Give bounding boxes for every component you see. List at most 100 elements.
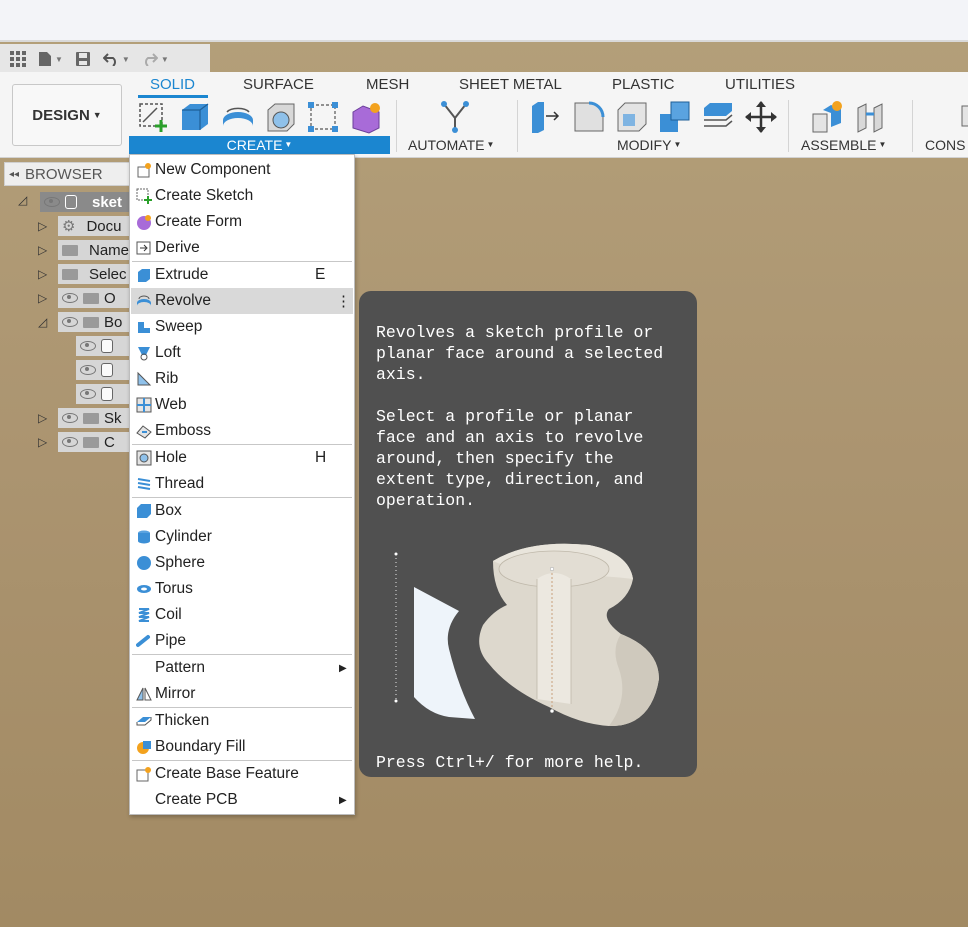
- menu-item-label: Rib: [155, 370, 179, 387]
- tree-item[interactable]: Selec: [58, 264, 130, 284]
- menu-item-pipe[interactable]: Pipe: [131, 628, 353, 654]
- menu-item-label: Create Sketch: [155, 187, 254, 204]
- more-options-icon[interactable]: ⋮: [336, 292, 351, 310]
- menu-item-cylinder[interactable]: Cylinder: [131, 524, 353, 550]
- joint-icon[interactable]: [854, 100, 888, 134]
- workspace-switcher[interactable]: DESIGN ▼: [12, 84, 122, 146]
- tab-plastic[interactable]: PLASTIC: [612, 76, 675, 93]
- eye-icon[interactable]: [44, 197, 60, 207]
- base-feature-icon: [136, 767, 151, 782]
- eye-icon[interactable]: [80, 341, 96, 351]
- create-menu-button[interactable]: CREATE ▼: [129, 136, 390, 154]
- expand-icon[interactable]: ◿: [38, 315, 47, 329]
- browser-panel-header[interactable]: ◂◂ BROWSER: [4, 162, 134, 186]
- menu-item-pattern[interactable]: Pattern ▶: [131, 655, 353, 681]
- expand-icon[interactable]: ◿: [18, 193, 27, 207]
- menu-item-torus[interactable]: Torus: [131, 576, 353, 602]
- tree-item-label: sket: [92, 193, 123, 211]
- menu-item-rib[interactable]: Rib: [131, 366, 353, 392]
- tree-item[interactable]: Sk: [58, 408, 130, 428]
- tree-item[interactable]: sket: [40, 192, 130, 212]
- menu-item-box[interactable]: Box: [131, 498, 353, 524]
- tree-item-label: Bo: [104, 313, 123, 331]
- grid-icon[interactable]: [10, 51, 26, 67]
- expand-icon[interactable]: ▷: [38, 243, 47, 257]
- assemble-menu-button[interactable]: ASSEMBLE ▼: [801, 136, 886, 154]
- menu-item-thicken[interactable]: Thicken: [131, 708, 353, 734]
- undo-icon[interactable]: ▼: [102, 52, 130, 66]
- new-component-tool-icon[interactable]: [350, 100, 384, 134]
- tree-item[interactable]: Bo: [58, 312, 130, 332]
- sphere-icon: [137, 556, 151, 570]
- eye-icon[interactable]: [80, 365, 96, 375]
- tree-item[interactable]: [76, 336, 130, 356]
- menu-item-extrude[interactable]: Extrude E: [131, 262, 353, 288]
- tree-item[interactable]: Name: [58, 240, 130, 260]
- collapse-icon[interactable]: ◂◂: [9, 169, 19, 180]
- file-icon[interactable]: ▼: [38, 51, 63, 67]
- tab-sheet-metal[interactable]: SHEET METAL: [459, 76, 562, 93]
- combine-icon[interactable]: [658, 100, 692, 134]
- extrude-tool-icon[interactable]: [178, 100, 212, 134]
- automate-menu-button[interactable]: AUTOMATE ▼: [408, 136, 494, 154]
- menu-item-emboss[interactable]: Emboss: [131, 418, 353, 444]
- menu-item-hole[interactable]: Hole H: [131, 445, 353, 471]
- automate-tool-icon[interactable]: [438, 100, 472, 134]
- eye-icon[interactable]: [62, 437, 78, 447]
- tooltip-description: Revolves a sketch profile or planar face…: [376, 323, 664, 384]
- tree-item[interactable]: [76, 360, 130, 380]
- menu-item-boundary-fill[interactable]: Boundary Fill: [131, 734, 353, 760]
- redo-icon[interactable]: ▼: [142, 52, 169, 66]
- menu-item-create-base-feature[interactable]: Create Base Feature: [131, 761, 353, 787]
- eye-icon[interactable]: [62, 293, 78, 303]
- move-icon[interactable]: [744, 100, 778, 134]
- loft-icon: [138, 347, 150, 361]
- expand-icon[interactable]: ▷: [38, 291, 47, 305]
- menu-item-new-component[interactable]: New Component: [131, 157, 353, 183]
- menu-item-create-sketch[interactable]: Create Sketch: [131, 183, 353, 209]
- tab-mesh[interactable]: MESH: [366, 76, 409, 93]
- cylinder-icon: [138, 530, 150, 544]
- form-tool-icon[interactable]: [306, 100, 340, 134]
- pipe-icon: [136, 635, 150, 647]
- tab-utilities[interactable]: UTILITIES: [725, 76, 795, 93]
- revolve-tool-icon[interactable]: [221, 100, 255, 134]
- hole-tool-icon[interactable]: [264, 100, 298, 134]
- menu-item-coil[interactable]: Coil: [131, 602, 353, 628]
- eye-icon[interactable]: [62, 317, 78, 327]
- tab-surface[interactable]: SURFACE: [243, 76, 314, 93]
- expand-icon[interactable]: ▷: [38, 267, 47, 281]
- menu-item-create-pcb[interactable]: Create PCB ▶: [131, 787, 353, 813]
- press-pull-icon[interactable]: [528, 100, 562, 134]
- menu-item-mirror[interactable]: Mirror: [131, 681, 353, 707]
- eye-icon[interactable]: [62, 413, 78, 423]
- menu-item-thread[interactable]: Thread: [131, 471, 353, 497]
- tab-solid[interactable]: SOLID: [150, 76, 195, 93]
- menu-item-sphere[interactable]: Sphere: [131, 550, 353, 576]
- menu-item-label: Create Form: [155, 213, 242, 230]
- tree-item[interactable]: C: [58, 432, 130, 452]
- tree-item[interactable]: ⚙ Docu: [58, 216, 130, 236]
- menu-item-create-form[interactable]: Create Form: [131, 209, 353, 235]
- offset-face-icon[interactable]: [701, 100, 735, 134]
- create-sketch-tool-icon[interactable]: [137, 100, 171, 134]
- menu-item-sweep[interactable]: Sweep: [131, 314, 353, 340]
- tree-item[interactable]: O: [58, 288, 130, 308]
- expand-icon[interactable]: ▷: [38, 435, 47, 449]
- expand-icon[interactable]: ▷: [38, 411, 47, 425]
- body-icon: [101, 339, 113, 353]
- menu-item-revolve[interactable]: Revolve ⋮: [131, 288, 353, 314]
- eye-icon[interactable]: [80, 389, 96, 399]
- fillet-icon[interactable]: [572, 100, 606, 134]
- save-icon[interactable]: [75, 51, 91, 67]
- menu-item-web[interactable]: Web: [131, 392, 353, 418]
- menu-item-derive[interactable]: Derive: [131, 235, 353, 261]
- modify-menu-button[interactable]: MODIFY ▼: [617, 136, 681, 154]
- menu-item-loft[interactable]: Loft: [131, 340, 353, 366]
- construct-menu-button[interactable]: CONS: [925, 136, 965, 154]
- shell-icon[interactable]: [615, 100, 649, 134]
- new-component-assemble-icon[interactable]: [810, 100, 844, 134]
- tree-item[interactable]: [76, 384, 130, 404]
- construct-tool-icon[interactable]: [958, 100, 968, 134]
- expand-icon[interactable]: ▷: [38, 219, 47, 233]
